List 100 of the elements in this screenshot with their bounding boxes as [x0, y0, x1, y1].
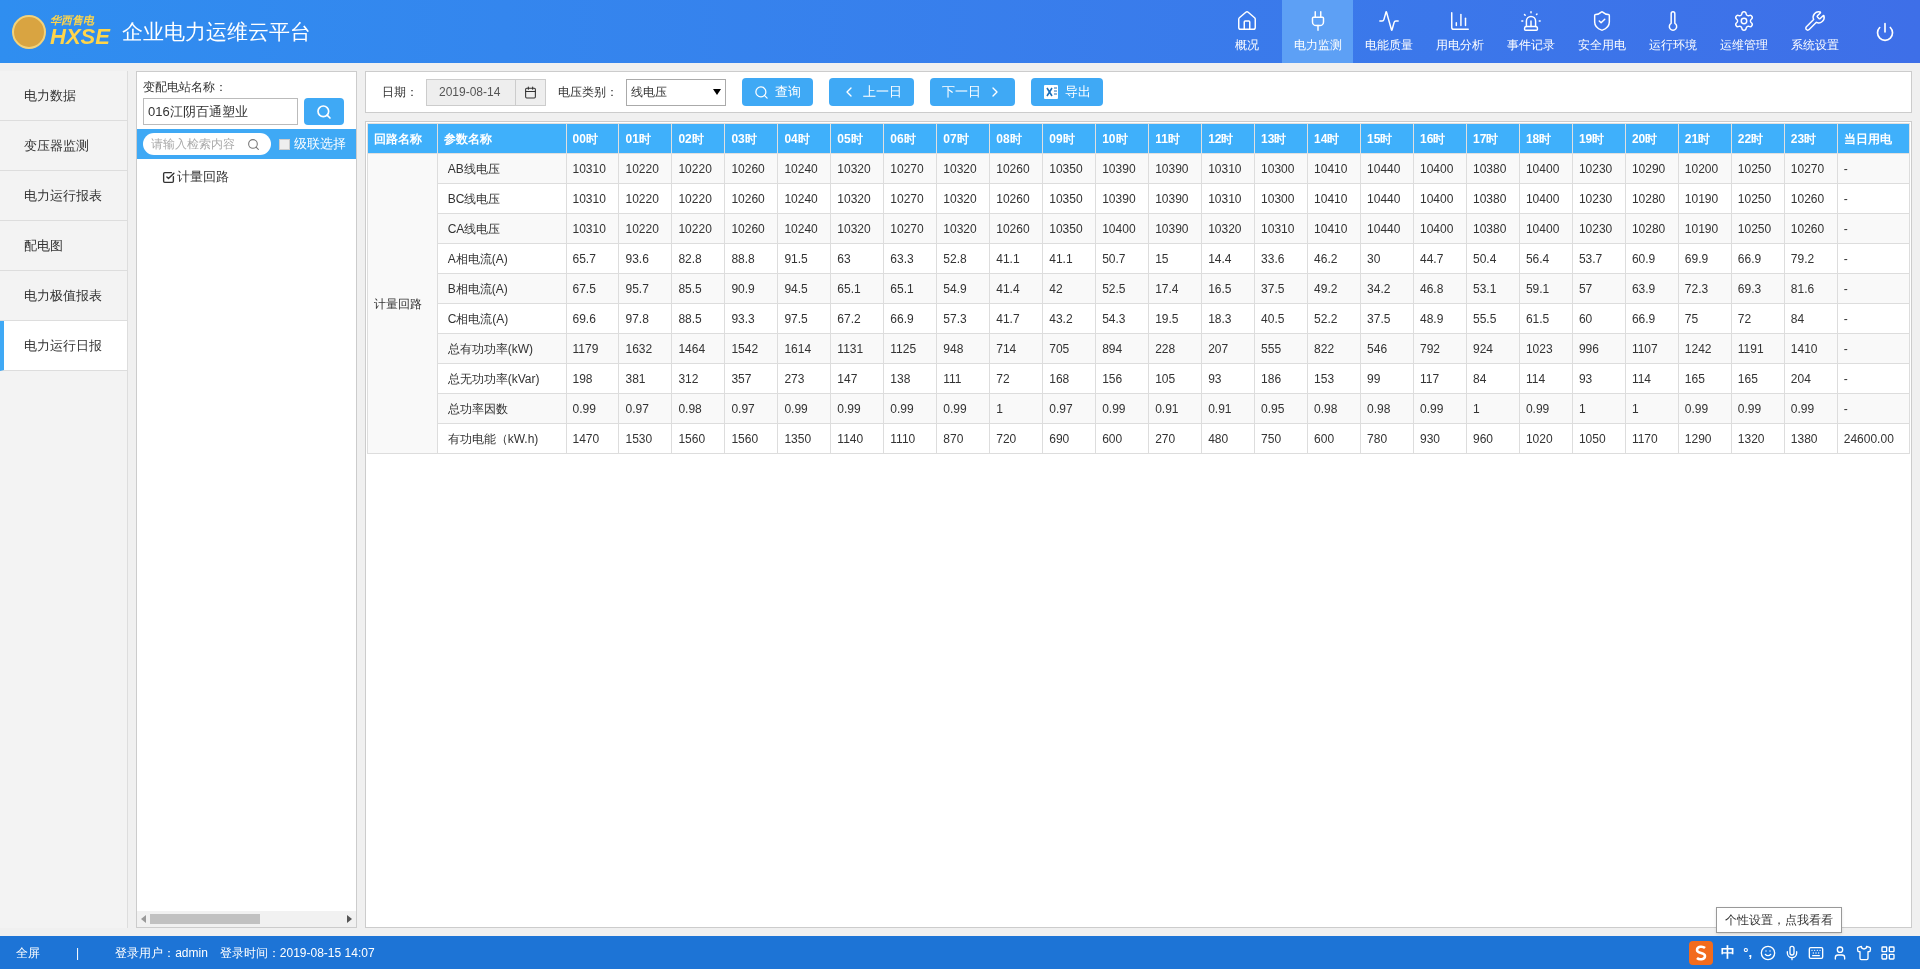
sidebar-item[interactable]: 变压器监测 — [0, 121, 127, 171]
tree-search-field[interactable]: 请输入检索内容 — [143, 133, 271, 155]
nav-tab[interactable]: 运行环境 — [1637, 0, 1708, 63]
sidebar-item[interactable]: 电力运行日报 — [0, 321, 127, 371]
table-cell: - — [1837, 273, 1910, 304]
shirt-icon[interactable] — [1856, 944, 1872, 961]
toolbar-button[interactable]: 导出 — [1031, 78, 1103, 106]
logo-text: HXSE — [50, 26, 110, 48]
table-cell: 273 — [777, 363, 831, 394]
scroll-right-icon[interactable] — [347, 915, 352, 923]
station-search-button[interactable] — [304, 98, 344, 125]
table-cell: - — [1837, 333, 1910, 364]
table-cell: C相电流(A) — [437, 303, 566, 334]
table-cell: 1560 — [671, 423, 725, 454]
table-cell: 0.99 — [1095, 393, 1149, 424]
table-cell: 1290 — [1678, 423, 1732, 454]
table-cell: 10190 — [1678, 183, 1732, 214]
table-cell: 10220 — [671, 213, 725, 244]
table-cell: 10250 — [1731, 213, 1785, 244]
table-cell: 10310 — [566, 153, 619, 184]
table-cell: 894 — [1095, 333, 1149, 364]
table-cell: 1 — [1466, 393, 1520, 424]
table-cell: 88.5 — [671, 303, 725, 334]
table-cell: 0.98 — [1360, 393, 1414, 424]
table-cell: 1542 — [724, 333, 778, 364]
nav-tab[interactable]: 系统设置 — [1779, 0, 1850, 63]
table-cell: 82.8 — [671, 243, 725, 274]
fullscreen-button[interactable]: 全屏 — [16, 943, 40, 962]
table-cell: 84 — [1784, 303, 1838, 334]
table-cell: - — [1837, 393, 1910, 424]
keyboard-icon[interactable] — [1808, 944, 1824, 961]
scrollbar-thumb[interactable] — [150, 914, 260, 924]
table-cell: 10320 — [830, 213, 884, 244]
table-cell: 计量回路 — [367, 153, 438, 454]
nav-tab[interactable]: 事件记录 — [1495, 0, 1566, 63]
nav-tab[interactable]: 运维管理 — [1708, 0, 1779, 63]
table-cell: 1530 — [618, 423, 672, 454]
search-icon — [247, 137, 260, 151]
cascade-checkbox[interactable]: 级联选择 — [279, 134, 346, 154]
table-cell: 10440 — [1360, 213, 1414, 244]
table-cell: 930 — [1413, 423, 1467, 454]
spreadsheet-icon — [1043, 84, 1059, 100]
column-header: 14时 — [1307, 123, 1361, 154]
microphone-icon[interactable] — [1784, 944, 1800, 961]
sidebar-item[interactable]: 电力运行报表 — [0, 171, 127, 221]
toolbar-button[interactable]: 上一日 — [829, 78, 914, 106]
nav-tab[interactable]: 用电分析 — [1424, 0, 1495, 63]
table-cell: 312 — [671, 363, 725, 394]
table-cell: 114 — [1625, 363, 1679, 394]
nav-tab[interactable]: 电能质量 — [1353, 0, 1424, 63]
ime-logo-icon[interactable] — [1689, 940, 1714, 965]
table-cell: 10260 — [989, 153, 1043, 184]
table-cell: A相电流(A) — [437, 243, 566, 274]
date-label: 日期： — [382, 84, 418, 101]
sidebar-item[interactable]: 电力数据 — [0, 71, 127, 121]
ime-language[interactable]: 中 — [1721, 942, 1736, 963]
table-cell: 10440 — [1360, 153, 1414, 184]
emblem-icon — [12, 14, 46, 49]
tree-node[interactable]: 计量回路 — [137, 167, 356, 187]
table-cell: 0.91 — [1201, 393, 1255, 424]
table-cell: 207 — [1201, 333, 1255, 364]
date-field[interactable]: 2019-08-14 — [426, 78, 546, 106]
app-title: 企业电力运维云平台 — [121, 18, 311, 45]
table-cell: 44.7 — [1413, 243, 1467, 274]
table-cell: 0.99 — [1413, 393, 1467, 424]
table-cell: 72.3 — [1678, 273, 1732, 304]
table-cell: 72 — [989, 363, 1043, 394]
table-cell: 1191 — [1731, 333, 1785, 364]
checkbox-checked-icon — [162, 170, 175, 184]
table-cell: 10200 — [1678, 153, 1732, 184]
scroll-left-icon[interactable] — [141, 915, 146, 923]
nav-tab[interactable]: 安全用电 — [1566, 0, 1637, 63]
column-header: 01时 — [618, 123, 672, 154]
table-cell: 750 — [1254, 423, 1308, 454]
station-input[interactable]: 016江阴百通塑业 — [143, 98, 298, 125]
toolbar-button[interactable]: 下一日 — [930, 78, 1015, 106]
table-cell: 30 — [1360, 243, 1414, 274]
table-cell: 10320 — [936, 213, 990, 244]
table-cell: 10380 — [1466, 153, 1520, 184]
table-cell: - — [1837, 243, 1910, 274]
table-cell: 97.8 — [618, 303, 672, 334]
toolbar-button[interactable]: 查询 — [742, 78, 813, 106]
table-cell: 18.3 — [1201, 303, 1255, 334]
table-cell: 10390 — [1095, 183, 1149, 214]
table-cell: 55.5 — [1466, 303, 1520, 334]
nav-tab[interactable]: 概况 — [1211, 0, 1282, 63]
ime-punctuation[interactable]: °, — [1743, 942, 1752, 963]
smile-icon[interactable] — [1760, 944, 1776, 961]
user-icon[interactable] — [1832, 944, 1848, 961]
table-cell: 10190 — [1678, 213, 1732, 244]
grid-icon[interactable] — [1880, 944, 1896, 961]
table-cell: 17.4 — [1148, 273, 1202, 304]
table-cell: 41.1 — [989, 243, 1043, 274]
voltage-select[interactable]: 线电压 — [626, 78, 726, 106]
nav-tab[interactable]: 电力监测 — [1282, 0, 1353, 63]
column-header: 19时 — [1572, 123, 1626, 154]
table-cell: 105 — [1148, 363, 1202, 394]
sidebar-item[interactable]: 配电图 — [0, 221, 127, 271]
login-time: 登录时间：2019-08-15 14:07 — [219, 944, 375, 962]
table-cell: - — [1837, 213, 1910, 244]
